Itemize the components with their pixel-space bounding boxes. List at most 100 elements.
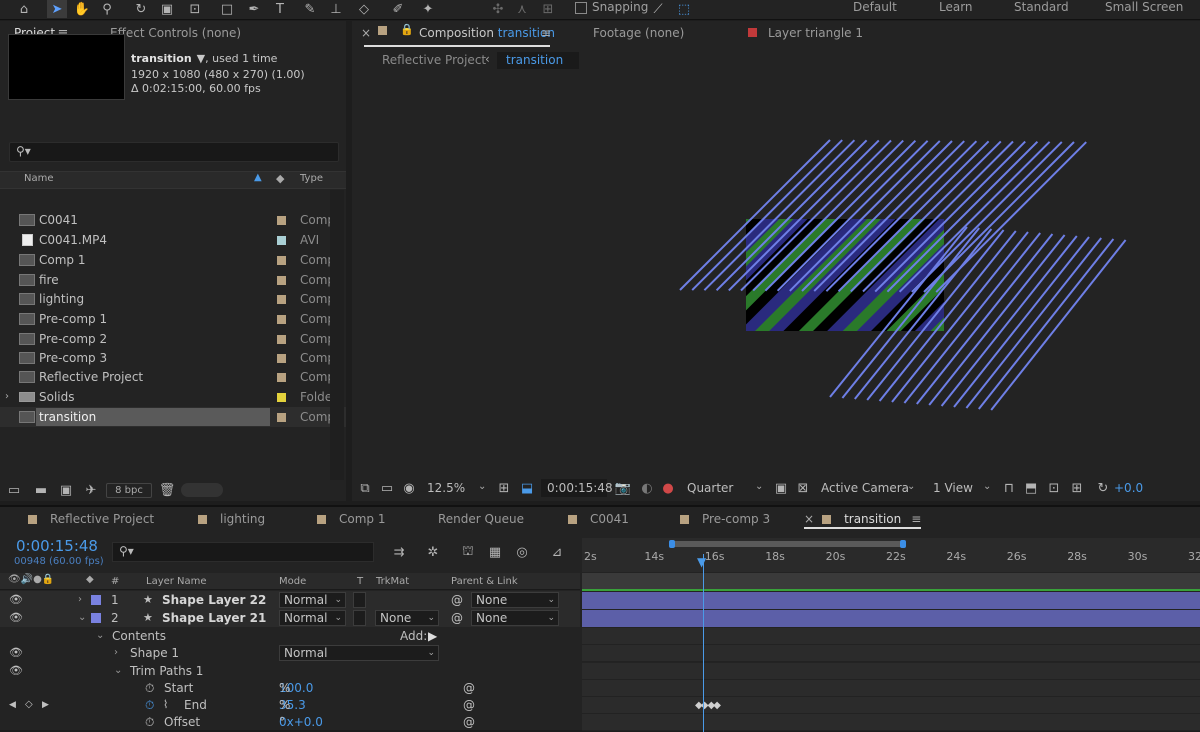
selection-tool-icon[interactable]: ➤ — [47, 0, 67, 18]
tab-footage[interactable]: Footage (none) — [593, 26, 684, 40]
project-item[interactable]: fireComp — [0, 270, 346, 290]
column-layer-name[interactable]: Layer Name — [146, 576, 207, 587]
monitor-icon[interactable]: ▭ — [378, 479, 396, 497]
layer-row[interactable]: 👁 › 1 ★ Shape Layer 22 Normal ⌄ @ None ⌄ — [0, 591, 580, 609]
layer-mode-select[interactable]: Normal ⌄ — [279, 592, 346, 608]
parent-select[interactable]: None ⌄ — [471, 610, 559, 626]
local-axis-icon[interactable]: ✣ — [488, 0, 508, 18]
frame-blending-icon[interactable]: ▦ — [486, 543, 504, 561]
view-layout-select[interactable]: 1 View — [933, 477, 973, 499]
layer-name[interactable]: Shape Layer 22 — [162, 591, 266, 609]
label-swatch[interactable] — [277, 295, 286, 304]
mask-visibility-icon[interactable]: ◉ — [400, 479, 418, 497]
tab-timeline-lighting[interactable]: lighting — [198, 507, 265, 531]
snap-features-icon[interactable]: ⬚ — [674, 0, 694, 18]
new-folder-icon[interactable]: ▬ — [32, 481, 50, 499]
visibility-eye-icon[interactable]: 👁 — [9, 609, 23, 627]
roto-brush-tool-icon[interactable]: ✐ — [388, 0, 408, 18]
layer-duration-bar[interactable] — [582, 610, 1200, 627]
project-item[interactable]: › Solids Folde — [0, 387, 346, 407]
flowchart-toggle[interactable] — [181, 483, 223, 497]
end-property-row[interactable]: ◀ ◇ ▶ ⏱ ⌇ End 35.3% @ — [0, 696, 580, 714]
tab-timeline-c0041[interactable]: C0041 — [568, 507, 629, 531]
label-swatch[interactable] — [277, 256, 286, 265]
zoom-tool-icon[interactable]: ⚲ — [97, 0, 117, 18]
timeline-current-time[interactable]: 0:00:15:48 — [16, 537, 98, 555]
composition-flowchart-icon[interactable]: ⇉ — [390, 543, 408, 561]
workspace-small-screen[interactable]: Small Screen — [1105, 0, 1183, 18]
trim-paths-row[interactable]: 👁 ⌄ Trim Paths 1 — [0, 662, 580, 680]
label-swatch[interactable] — [277, 335, 286, 344]
reset-exposure-icon[interactable]: ↻ — [1094, 479, 1112, 497]
rotate-tool-icon[interactable]: ↻ — [131, 0, 151, 18]
label-swatch[interactable] — [277, 216, 286, 225]
stopwatch-icon[interactable]: ⏱ — [145, 679, 154, 697]
close-icon[interactable]: × — [361, 26, 371, 40]
tab-effect-controls[interactable]: Effect Controls (none) — [110, 21, 241, 45]
project-item[interactable]: Comp 1Comp — [0, 250, 346, 270]
clone-stamp-tool-icon[interactable]: ⊥ — [326, 0, 346, 18]
workspace-standard[interactable]: Standard — [1014, 0, 1069, 18]
start-property-row[interactable]: ⏱ Start 100.0% @ — [0, 679, 580, 697]
lock-icon[interactable]: 🔒 — [400, 23, 414, 36]
hand-tool-icon[interactable]: ✋ — [72, 0, 92, 18]
next-keyframe-icon[interactable]: ▶ — [42, 696, 49, 714]
graph-editor-icon[interactable]: ⊿ — [548, 543, 566, 561]
tab-timeline-reflective-project[interactable]: Reflective Project — [28, 507, 154, 531]
column-mode[interactable]: Mode — [279, 576, 306, 587]
resolution-select[interactable]: Quarter — [687, 477, 733, 499]
work-area-end-handle[interactable] — [900, 540, 906, 548]
parent-select[interactable]: None ⌄ — [471, 592, 559, 608]
snapshot-camera-icon[interactable]: 📷 — [614, 479, 632, 497]
column-parent[interactable]: Parent & Link — [451, 576, 518, 587]
composition-canvas[interactable] — [352, 75, 1200, 475]
layer-label-swatch[interactable] — [91, 595, 101, 605]
visibility-eye-icon[interactable]: 👁 — [9, 662, 23, 680]
visibility-eye-icon[interactable]: 👁 — [9, 644, 23, 662]
track-matte-select[interactable]: None ⌄ — [375, 610, 439, 626]
column-trkmat[interactable]: TrkMat — [376, 576, 409, 587]
motion-blur-icon[interactable]: ◎ — [513, 543, 531, 561]
pin-icon[interactable]: ✈ — [82, 481, 100, 499]
workspace-default[interactable]: Default — [853, 0, 897, 18]
snapping-checkbox[interactable] — [575, 2, 587, 14]
layer-row[interactable]: 👁 ⌄ 2 ★ Shape Layer 21 Normal ⌄ None ⌄ @ N… — [0, 609, 580, 627]
color-channels-icon[interactable]: ● — [659, 479, 677, 497]
tab-timeline-transition[interactable]: × transition ≡ — [804, 507, 922, 529]
puppet-tool-icon[interactable]: ✦ — [418, 0, 438, 18]
interpret-footage-icon[interactable]: ▭ — [5, 481, 23, 499]
current-time-display[interactable]: 0:00:15:48 — [541, 479, 613, 497]
bit-depth-button[interactable]: 8 bpc — [106, 483, 152, 498]
project-item[interactable]: Pre-comp 3Comp — [0, 348, 346, 368]
project-item[interactable]: Pre-comp 2Comp — [0, 329, 346, 349]
chevron-right-icon[interactable]: › — [114, 644, 118, 662]
fast-previews-icon[interactable]: ▣ — [772, 479, 790, 497]
camera-tool-icon[interactable]: ▣ — [157, 0, 177, 18]
new-composition-icon[interactable]: ▣ — [57, 481, 75, 499]
chevron-down-icon[interactable]: ⌄ — [755, 481, 763, 492]
shape-group-row[interactable]: 👁 › Shape 1 Normal ⌄ — [0, 644, 580, 662]
workspace-learn[interactable]: Learn — [939, 0, 973, 18]
tab-render-queue[interactable]: Render Queue — [438, 507, 524, 531]
label-swatch[interactable] — [277, 413, 286, 422]
world-axis-icon[interactable]: ⋏ — [512, 0, 532, 18]
work-area-start-handle[interactable] — [669, 540, 675, 548]
stopwatch-active-icon[interactable]: ⏱ — [145, 696, 154, 714]
project-item[interactable]: C0041.MP4 AVI — [0, 230, 346, 250]
camera-select[interactable]: Active Camera — [821, 477, 909, 499]
column-type[interactable]: Type — [300, 173, 323, 184]
prev-keyframe-icon[interactable]: ◀ — [9, 696, 16, 714]
item-dropdown-icon[interactable]: ▼ — [197, 52, 205, 65]
timeline-icon[interactable]: ⊡ — [1045, 479, 1063, 497]
snap-edges-icon[interactable]: ⟋ — [648, 0, 668, 18]
chevron-down-icon[interactable]: ⌄ — [478, 481, 486, 492]
visibility-eye-icon[interactable]: 👁 — [9, 591, 23, 609]
panel-menu-icon[interactable]: ≡ — [541, 26, 551, 40]
tab-timeline-precomp3[interactable]: Pre-comp 3 — [680, 507, 770, 531]
label-swatch[interactable] — [277, 393, 286, 402]
breadcrumb-parent[interactable]: Reflective Project — [382, 53, 486, 67]
chevron-down-icon[interactable]: ⌄ — [96, 627, 104, 645]
current-time-indicator[interactable] — [703, 554, 704, 732]
chevron-down-icon[interactable]: ⌄ — [78, 609, 86, 627]
view-axis-icon[interactable]: ⊞ — [538, 0, 558, 18]
